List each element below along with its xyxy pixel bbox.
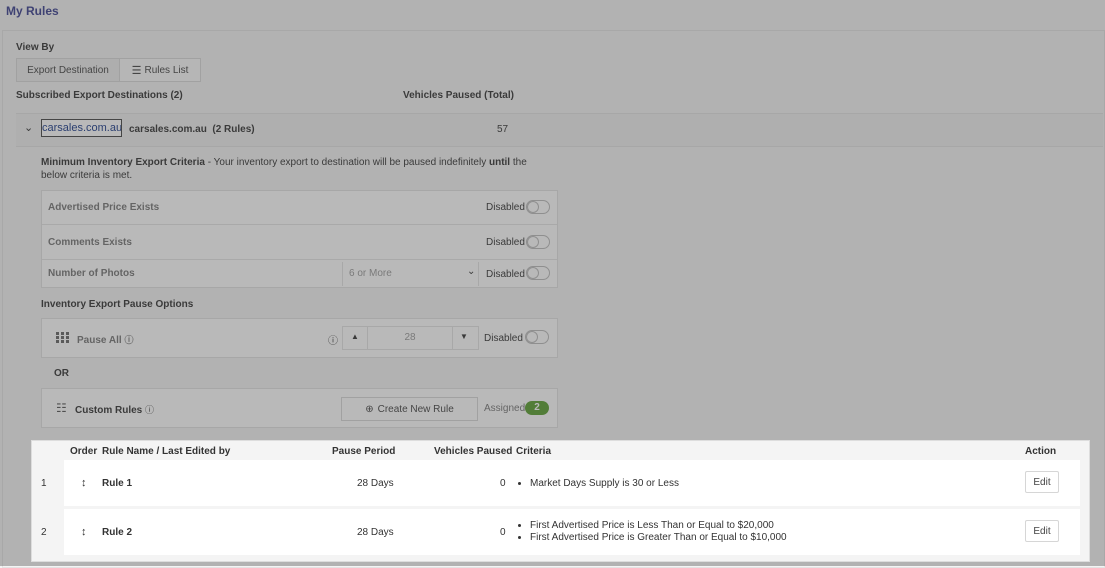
criteria-heading-until: until bbox=[488, 157, 511, 168]
edit-rule-button[interactable]: Edit bbox=[1025, 471, 1059, 493]
rule-pause-period: 28 Days bbox=[357, 527, 394, 538]
custom-rules-label-text: Custom Rules bbox=[75, 405, 143, 416]
photos-select[interactable]: 6 or More ⌄ bbox=[342, 262, 479, 286]
column-vehicles-paused: Vehicles Paused bbox=[434, 446, 513, 457]
chevron-down-icon: ⌄ bbox=[467, 266, 476, 277]
page-title: My Rules bbox=[6, 4, 59, 18]
destination-rules-count: (2 Rules) bbox=[212, 124, 255, 135]
assigned-count-badge: 2 bbox=[525, 401, 549, 415]
column-order: Order bbox=[70, 446, 98, 457]
drag-handle-icon[interactable]: ↕ bbox=[81, 477, 87, 489]
custom-rules-label: Custom Rules ⓘ bbox=[75, 403, 154, 416]
rule-criteria: First Advertised Price is Less Than or E… bbox=[516, 520, 787, 544]
criteria-heading: Minimum Inventory Export Criteria - Your… bbox=[41, 156, 551, 182]
edit-rule-button[interactable]: Edit bbox=[1025, 520, 1059, 542]
photos-select-value: 6 or More bbox=[349, 268, 392, 279]
info-icon: ⓘ bbox=[145, 405, 155, 415]
advertised-price-status: Disabled bbox=[486, 202, 525, 213]
create-new-rule-label: Create New Rule bbox=[377, 403, 454, 415]
row-index: 2 bbox=[41, 527, 47, 538]
criteria-item: Market Days Supply is 30 or Less bbox=[530, 478, 679, 490]
create-new-rule-button[interactable]: ⊕ Create New Rule bbox=[341, 397, 478, 421]
tab-export-destination-label: Export Destination bbox=[27, 64, 109, 76]
pause-all-stepper[interactable]: ▲ 28 ▼ bbox=[342, 326, 479, 350]
rule-name: Rule 2 bbox=[102, 527, 133, 538]
criteria-item: First Advertised Price is Greater Than o… bbox=[530, 532, 787, 544]
decrement-icon[interactable]: ▼ bbox=[460, 332, 468, 341]
or-label: OR bbox=[54, 368, 69, 379]
comments-exists-toggle[interactable] bbox=[526, 235, 550, 249]
sliders-icon: ☷ bbox=[56, 401, 67, 415]
comments-exists-status: Disabled bbox=[486, 237, 525, 248]
column-rule-name: Rule Name / Last Edited by bbox=[102, 446, 231, 457]
drag-handle-icon[interactable]: ↕ bbox=[81, 526, 87, 538]
divider bbox=[42, 224, 557, 225]
number-of-photos-status: Disabled bbox=[486, 269, 525, 280]
column-pause-period: Pause Period bbox=[332, 446, 396, 457]
carsales-logo: carsales.com.au bbox=[41, 119, 122, 137]
chevron-down-icon[interactable]: ⌄ bbox=[24, 121, 33, 134]
rule-criteria: Market Days Supply is 30 or Less bbox=[516, 478, 679, 490]
criteria-heading-text: - Your inventory export to destination w… bbox=[204, 157, 489, 168]
number-of-photos-label: Number of Photos bbox=[48, 268, 135, 279]
pause-all-status: Disabled bbox=[484, 333, 523, 344]
number-of-photos-toggle[interactable] bbox=[526, 266, 550, 280]
advertised-price-toggle[interactable] bbox=[526, 200, 550, 214]
divider bbox=[42, 259, 557, 260]
info-icon: ⓘ bbox=[124, 335, 134, 345]
destinations-header: Subscribed Export Destinations (2) bbox=[16, 90, 183, 101]
assigned-label: Assigned bbox=[484, 403, 526, 414]
row-index: 1 bbox=[41, 478, 47, 489]
tab-export-destination[interactable]: Export Destination bbox=[16, 58, 120, 82]
vehicles-paused-header: Vehicles Paused (Total) bbox=[403, 90, 514, 101]
info-icon[interactable]: ⓘ bbox=[328, 332, 338, 347]
destination-name: carsales.com.au (2 Rules) bbox=[129, 124, 255, 135]
pause-all-label: Pause All ⓘ bbox=[77, 333, 133, 346]
increment-icon[interactable]: ▲ bbox=[351, 332, 359, 341]
view-by-label: View By bbox=[16, 42, 55, 53]
grid-icon bbox=[56, 332, 70, 343]
comments-exists-label: Comments Exists bbox=[48, 237, 132, 248]
rule-name: Rule 1 bbox=[102, 478, 133, 489]
column-criteria: Criteria bbox=[516, 446, 552, 457]
rule-vehicles-paused: 0 bbox=[500, 478, 506, 489]
criteria-heading-bold: Minimum Inventory Export Criteria bbox=[41, 157, 205, 168]
pause-options-heading: Inventory Export Pause Options bbox=[41, 299, 194, 310]
list-icon: ☰ bbox=[131, 64, 142, 77]
destination-name-text: carsales.com.au bbox=[129, 124, 207, 135]
rule-pause-period: 28 Days bbox=[357, 478, 394, 489]
tab-rules-list[interactable]: ☰ Rules List bbox=[119, 58, 201, 82]
advertised-price-label: Advertised Price Exists bbox=[48, 202, 160, 213]
tab-rules-list-label: Rules List bbox=[144, 64, 189, 76]
pause-all-label-text: Pause All bbox=[77, 335, 122, 346]
destination-vehicles-paused: 57 bbox=[497, 124, 509, 135]
pause-all-toggle[interactable] bbox=[525, 330, 549, 344]
rule-vehicles-paused: 0 bbox=[500, 527, 506, 538]
column-action: Action bbox=[1025, 446, 1057, 457]
plus-circle-icon: ⊕ bbox=[365, 403, 374, 415]
criteria-item: First Advertised Price is Less Than or E… bbox=[530, 520, 787, 532]
pause-all-value[interactable]: 28 bbox=[367, 326, 453, 350]
